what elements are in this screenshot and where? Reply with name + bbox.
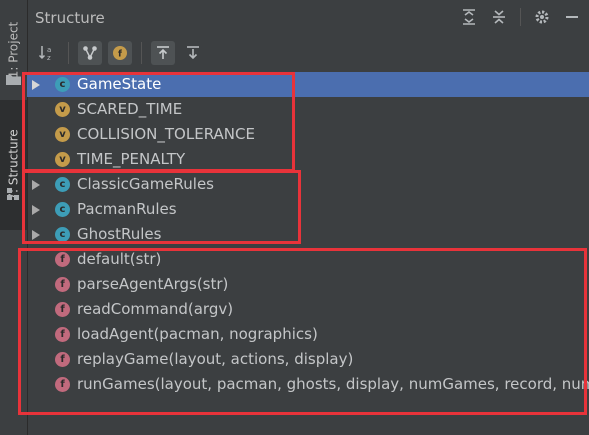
tree-item-label: SCARED_TIME	[77, 100, 183, 118]
tree-item-rungames[interactable]: f runGames(layout, pacman, ghosts, displ…	[27, 372, 589, 397]
structure-icon	[7, 188, 19, 200]
tree-item-classicgamerules[interactable]: c ClassicGameRules	[27, 172, 589, 197]
class-icon: c	[55, 202, 70, 217]
expand-arrow-icon[interactable]	[32, 180, 40, 190]
svg-text:z: z	[47, 54, 51, 62]
tree-item-label: default(str)	[77, 250, 162, 268]
gear-icon[interactable]	[533, 8, 551, 26]
tree-item-gamestate[interactable]: c GameState	[27, 72, 589, 97]
structure-tab[interactable]: 7: Structure	[0, 100, 27, 230]
sort-alphabetically-icon[interactable]: az	[35, 41, 59, 65]
autoscroll-from-source-icon[interactable]	[181, 41, 205, 65]
tree-item-label: loadAgent(pacman, nographics)	[77, 325, 318, 343]
tree-item-pacmanrules[interactable]: c PacmanRules	[27, 197, 589, 222]
tree-item-replaygame[interactable]: f replayGame(layout, actions, display)	[27, 347, 589, 372]
tree-item-label: PacmanRules	[77, 200, 177, 218]
tree-item-default[interactable]: f default(str)	[27, 247, 589, 272]
class-icon: c	[55, 177, 70, 192]
tree-item-label: ClassicGameRules	[77, 175, 214, 193]
header-separator	[520, 8, 521, 26]
tree-item-label: replayGame(layout, actions, display)	[77, 350, 354, 368]
structure-tree: c GameState v SCARED_TIME v COLLISION_TO…	[27, 72, 589, 435]
tree-item-label: GhostRules	[77, 225, 162, 243]
expand-arrow-icon[interactable]	[32, 230, 40, 240]
minimize-icon[interactable]	[563, 8, 581, 26]
svg-text:f: f	[118, 50, 122, 60]
tree-item-scared-time[interactable]: v SCARED_TIME	[27, 97, 589, 122]
tree-item-time-penalty[interactable]: v TIME_PENALTY	[27, 147, 589, 172]
variable-icon: v	[55, 102, 70, 117]
tree-item-label: runGames(layout, pacman, ghosts, display…	[77, 375, 589, 393]
tree-item-ghostrules[interactable]: c GhostRules	[27, 222, 589, 247]
tree-item-label: readCommand(argv)	[77, 300, 234, 318]
class-icon: c	[55, 227, 70, 242]
function-icon: f	[55, 302, 70, 317]
project-tab[interactable]: 1: Project	[0, 0, 27, 100]
tree-item-label: TIME_PENALTY	[77, 150, 186, 168]
variable-icon: v	[55, 127, 70, 142]
tree-item-label: COLLISION_TOLERANCE	[77, 125, 255, 143]
toolbar-separator	[68, 42, 69, 64]
expand-all-icon[interactable]	[460, 8, 478, 26]
variable-icon: v	[55, 152, 70, 167]
tree-item-readcommand[interactable]: f readCommand(argv)	[27, 297, 589, 322]
function-icon: f	[55, 352, 70, 367]
function-icon: f	[55, 277, 70, 292]
folder-icon	[6, 75, 21, 85]
tool-window-strip: 1: Project 7: Structure	[0, 0, 28, 435]
tree-item-loadagent[interactable]: f loadAgent(pacman, nographics)	[27, 322, 589, 347]
expand-arrow-icon[interactable]	[32, 80, 40, 90]
class-icon: c	[55, 77, 70, 92]
project-tab-label: 1: Project	[6, 21, 21, 79]
tree-item-label: GameState	[77, 75, 162, 93]
svg-text:a: a	[47, 46, 51, 54]
function-icon: f	[55, 327, 70, 342]
toolbar-separator	[141, 42, 142, 64]
tree-item-label: parseAgentArgs(str)	[77, 275, 229, 293]
structure-toolbar: az f	[27, 35, 589, 71]
function-icon: f	[55, 252, 70, 267]
show-inherited-icon[interactable]	[78, 41, 102, 65]
autoscroll-to-source-icon[interactable]	[151, 41, 175, 65]
panel-header: Structure	[27, 0, 589, 35]
function-icon: f	[55, 377, 70, 392]
expand-arrow-icon[interactable]	[32, 205, 40, 215]
panel-title: Structure	[35, 8, 105, 27]
show-fields-icon[interactable]: f	[108, 41, 132, 65]
collapse-all-icon[interactable]	[490, 8, 508, 26]
tree-item-collision-tolerance[interactable]: v COLLISION_TOLERANCE	[27, 122, 589, 147]
tree-item-parseagentargs[interactable]: f parseAgentArgs(str)	[27, 272, 589, 297]
